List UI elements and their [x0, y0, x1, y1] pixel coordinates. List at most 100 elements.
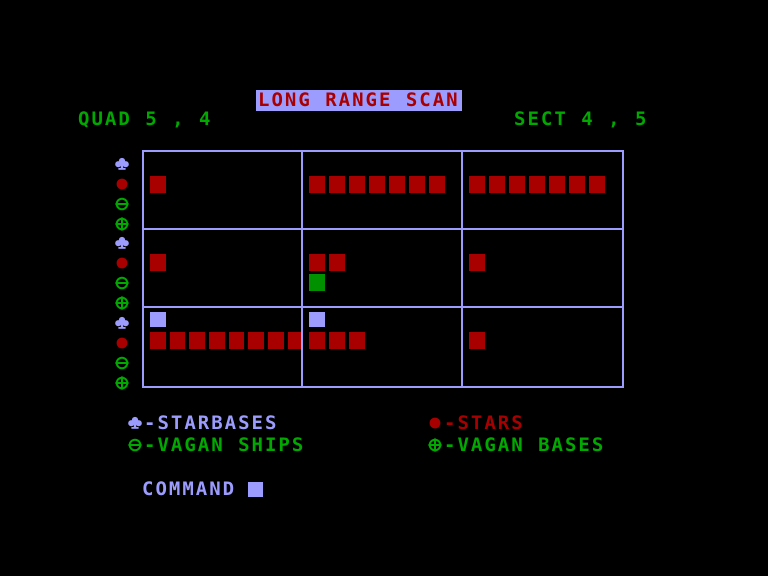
- bar-row-stars: [150, 332, 302, 352]
- star-icon: [108, 333, 136, 353]
- vagan-base-icon: [108, 373, 136, 393]
- legend-row-1: -STARBASES -STARS: [126, 412, 646, 434]
- vagan-ship-icon: [108, 194, 136, 214]
- scan-grid-cell[interactable]: [303, 230, 463, 308]
- row-icon-group: [108, 233, 136, 313]
- bar-row-starbases: [309, 156, 460, 176]
- bar-row-starbases: [469, 312, 622, 332]
- vagan-base-icon: [108, 214, 136, 234]
- bar-row-vagan-bases: [309, 372, 460, 386]
- bar-row-stars: [309, 332, 460, 352]
- bar-row-vagan-bases: [309, 294, 460, 306]
- bar-row-vagan-ships: [150, 274, 301, 294]
- count-block: [389, 176, 406, 193]
- legend-item-vagan-bases: -VAGAN BASES: [426, 434, 605, 456]
- count-block: [309, 312, 326, 327]
- scan-grid-cell[interactable]: [144, 308, 304, 386]
- legend-item-stars: -STARS: [426, 412, 525, 434]
- bar-row-vagan-ships: [150, 352, 301, 372]
- bar-row-starbases: [309, 234, 460, 254]
- vagan-ship-icon: [126, 437, 143, 454]
- count-block: [528, 176, 545, 193]
- bar-row-vagan-ships: [469, 274, 622, 294]
- long-range-scan-grid[interactable]: [142, 150, 624, 388]
- bar-row-starbases: [150, 156, 301, 176]
- row-icon-column: [108, 150, 136, 390]
- star-icon: [426, 415, 443, 432]
- cell-bar-stack: [309, 156, 460, 228]
- cell-bar-stack: [468, 312, 622, 386]
- starbase-icon: [108, 233, 136, 253]
- scan-grid-cell[interactable]: [462, 152, 622, 230]
- bar-row-stars: [468, 254, 622, 274]
- scan-grid-cell[interactable]: [462, 230, 622, 308]
- scan-grid-cell[interactable]: [463, 308, 622, 386]
- bar-row-starbases: [309, 312, 460, 332]
- page-title: LONG RANGE SCAN: [256, 89, 462, 111]
- bar-row-stars: [468, 176, 622, 196]
- cell-bar-stack: [150, 312, 302, 386]
- count-block: [309, 274, 326, 291]
- count-block: [309, 254, 326, 271]
- count-block: [329, 176, 346, 193]
- legend-row-2: -VAGAN SHIPS -VAGAN BASES: [126, 434, 646, 456]
- vagan-base-icon: [426, 437, 443, 454]
- row-icon-group: [108, 313, 136, 393]
- row-icon-group: [108, 154, 136, 234]
- count-block: [349, 176, 366, 193]
- count-block: [189, 332, 206, 349]
- bar-row-starbases: [469, 234, 622, 254]
- legend-label-stars: -STARS: [444, 412, 525, 434]
- bar-row-vagan-bases: [150, 216, 301, 228]
- scan-grid-cell[interactable]: [144, 230, 304, 308]
- count-block: [468, 332, 485, 349]
- bar-row-vagan-ships: [150, 196, 301, 216]
- vagan-ship-icon: [108, 273, 136, 293]
- scan-grid-cell[interactable]: [144, 152, 304, 230]
- cell-bar-stack: [150, 234, 301, 306]
- count-block: [209, 332, 225, 349]
- command-prompt-label: COMMAND: [142, 478, 237, 500]
- bar-row-vagan-ships: [309, 274, 460, 294]
- count-block: [468, 254, 485, 271]
- text-cursor: [248, 481, 264, 497]
- bar-row-vagan-ships: [309, 352, 460, 372]
- bar-row-starbases: [469, 156, 622, 176]
- scan-grid-cell[interactable]: [303, 308, 463, 386]
- count-block: [329, 332, 346, 349]
- count-block: [329, 254, 346, 271]
- starbase-icon: [108, 313, 136, 333]
- legend-item-starbases: -STARBASES: [126, 412, 426, 434]
- count-block: [309, 332, 326, 349]
- scan-grid-cell[interactable]: [303, 152, 463, 230]
- legend-label-vagan-bases: -VAGAN BASES: [444, 434, 606, 456]
- count-block: [429, 176, 446, 193]
- count-block: [309, 176, 326, 193]
- bar-row-vagan-bases: [150, 294, 301, 306]
- count-block: [268, 332, 284, 349]
- cell-bar-stack: [309, 234, 460, 306]
- starbase-icon: [108, 154, 136, 174]
- star-icon: [108, 174, 136, 194]
- cell-bar-stack: [309, 312, 460, 386]
- bar-row-starbases: [150, 234, 301, 254]
- vagan-ship-icon: [108, 353, 136, 373]
- command-prompt[interactable]: COMMAND: [142, 478, 264, 500]
- starbase-icon: [126, 415, 143, 432]
- count-block: [150, 332, 166, 349]
- legend-item-vagan-ships: -VAGAN SHIPS: [126, 434, 426, 456]
- count-block: [169, 332, 186, 349]
- count-block: [409, 176, 426, 193]
- legend-label-starbases: -STARBASES: [144, 412, 279, 434]
- count-block: [548, 176, 565, 193]
- quadrant-readout: QUAD 5 , 4: [78, 108, 213, 130]
- bar-row-vagan-bases: [469, 216, 622, 228]
- count-block: [150, 312, 166, 327]
- bar-row-vagan-bases: [150, 372, 301, 386]
- bar-row-stars: [309, 254, 460, 274]
- count-block: [369, 176, 386, 193]
- bar-row-vagan-ships: [309, 196, 460, 216]
- bar-row-vagan-bases: [309, 216, 460, 228]
- count-block: [228, 332, 245, 349]
- bar-row-vagan-ships: [469, 352, 622, 372]
